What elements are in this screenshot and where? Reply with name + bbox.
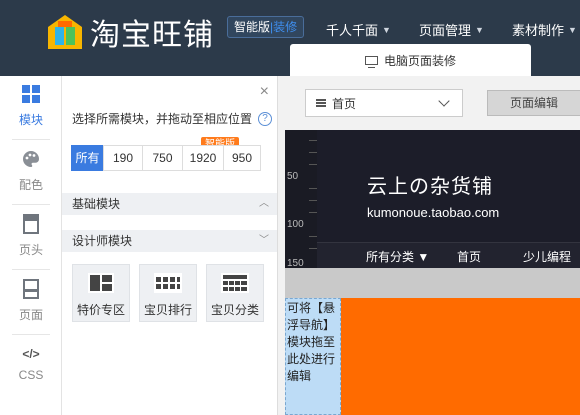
caret-down-icon: ▼ <box>475 24 484 35</box>
section-title: 设计师模块 <box>72 234 133 248</box>
help-icon[interactable]: ? <box>258 111 273 126</box>
page-edit-button[interactable]: 页面编辑 <box>487 90 580 116</box>
ranking-icon <box>140 269 196 297</box>
floating-nav-drop-zone[interactable]: 可将【悬浮导航】模块拖至此处进行编辑 <box>285 298 341 415</box>
sidebar-item-colors[interactable]: 配色 <box>0 141 62 205</box>
module-ranking[interactable]: 宝贝排行 <box>139 264 197 322</box>
sidebar-item-modules[interactable]: 模块 <box>0 76 62 140</box>
width-filter-190[interactable]: 190 <box>103 145 143 171</box>
section-divider <box>285 268 580 298</box>
module-special-offer[interactable]: 特价专区 <box>72 264 130 322</box>
divider <box>12 269 50 270</box>
menu-icon <box>316 99 326 107</box>
caret-down-icon: ▼ <box>568 24 577 35</box>
chevron-down-icon <box>438 95 450 107</box>
nav-page-management[interactable]: 页面管理 ▼ <box>419 20 484 39</box>
module-label: 宝贝分类 <box>210 303 259 317</box>
width-filter-750[interactable]: 750 <box>142 145 183 171</box>
sidebar-item-label: 配色 <box>18 178 43 192</box>
store-nav-bar: 所有分类 ▼ 首页 少儿编程 <box>317 242 580 268</box>
sidebar-item-page-header[interactable]: 页头 <box>0 206 62 270</box>
sidebar-item-label: 页头 <box>18 243 43 257</box>
ruler-tick <box>309 248 317 249</box>
category-icon <box>207 269 263 297</box>
nav-label: 素材制作 <box>512 23 565 38</box>
ruler-tick <box>309 200 317 201</box>
ruler-label: 50 <box>287 171 299 182</box>
taobao-wangpu-logo[interactable]: 淘宝旺铺 <box>46 10 214 54</box>
close-icon[interactable]: × <box>260 84 269 100</box>
width-filter-1920[interactable]: 1920 <box>182 145 224 171</box>
shop-logo-icon <box>46 13 84 51</box>
chevron-down-icon: ﹀ <box>259 235 269 246</box>
nav-label: 千人千面 <box>326 23 379 38</box>
module-category[interactable]: 宝贝分类 <box>206 264 264 322</box>
width-filter-950[interactable]: 950 <box>223 145 261 171</box>
ruler-tick <box>309 212 317 213</box>
banner-module[interactable] <box>341 298 580 415</box>
section-title: 基础模块 <box>72 197 121 211</box>
sidebar-item-page[interactable]: 页面 <box>0 271 62 335</box>
module-label: 特价专区 <box>76 303 125 317</box>
sidebar-item-css[interactable]: </> CSS <box>0 336 62 400</box>
ruler-tick <box>309 188 317 189</box>
page-select-value: 首页 <box>332 96 357 111</box>
special-offer-icon <box>73 269 129 297</box>
sidebar-item-label: CSS <box>18 368 44 382</box>
decorate-link: 装修 <box>273 20 298 34</box>
code-icon: </> <box>22 347 40 361</box>
page-icon <box>23 279 39 299</box>
editor-canvas: 首页 页面编辑 50 100 150 云上の杂货铺 kumonoue.taoba… <box>279 76 580 415</box>
version-badge-text: 智能版 <box>234 20 271 34</box>
section-designer-modules[interactable]: 设计师模块 ﹀ <box>62 230 277 252</box>
tab-label: 电脑页面装修 <box>383 53 456 68</box>
logo-text: 淘宝旺铺 <box>90 19 214 52</box>
nav-personalization[interactable]: 千人千面 ▼ <box>326 20 391 39</box>
hint-text: 选择所需模块，并拖动至相应位置 <box>72 112 253 126</box>
store-nav-home[interactable]: 首页 <box>457 248 481 265</box>
left-sidebar: 模块 配色 页头 页面 </> CSS <box>0 76 62 415</box>
sidebar-item-label: 页面 <box>18 308 43 322</box>
store-name: 云上の杂货铺 <box>367 176 493 198</box>
sidebar-item-label: 模块 <box>18 113 43 127</box>
width-filter-all[interactable]: 所有 <box>71 145 104 171</box>
store-url: kumonoue.taobao.com <box>367 205 500 220</box>
ruler-tick <box>309 164 317 165</box>
page-header-icon <box>23 214 39 234</box>
version-badge[interactable]: 智能版|装修 <box>227 16 305 38</box>
monitor-icon <box>364 55 378 68</box>
designer-module-list: 特价专区 宝贝排行 宝贝分类 <box>72 264 273 322</box>
tab-pc-page-decoration[interactable]: 电脑页面装修 <box>290 44 531 76</box>
top-bar: 淘宝旺铺 智能版|装修 千人千面 ▼ 页面管理 ▼ 素材制作 ▼ 电脑页面装修 <box>0 0 580 76</box>
ruler-tick <box>309 152 317 153</box>
ruler-tick <box>309 140 317 141</box>
page-select[interactable]: 首页 <box>305 89 463 117</box>
vertical-ruler: 50 100 150 <box>285 130 317 269</box>
nav-label: 页面管理 <box>419 23 472 38</box>
store-header-preview[interactable]: 50 100 150 云上の杂货铺 kumonoue.taobao.com 所有… <box>285 130 580 269</box>
divider <box>12 139 50 140</box>
ruler-tick <box>309 236 317 237</box>
ruler-label: 100 <box>287 219 304 230</box>
module-hint: 选择所需模块，并拖动至相应位置 ? <box>72 110 273 127</box>
store-nav-kids-coding[interactable]: 少儿编程 <box>523 248 571 265</box>
section-basic-modules[interactable]: 基础模块 ︿ <box>62 193 277 215</box>
caret-down-icon: ▼ <box>382 24 391 35</box>
nav-material-making[interactable]: 素材制作 ▼ <box>512 20 577 39</box>
grid-icon <box>22 85 40 103</box>
module-panel: × 选择所需模块，并拖动至相应位置 ? 智能版 所有 190 750 1920 … <box>62 76 278 415</box>
divider <box>12 334 50 335</box>
width-filter: 所有 190 750 1920 950 <box>71 145 261 171</box>
chevron-up-icon: ︿ <box>259 198 269 209</box>
module-label: 宝贝排行 <box>143 303 192 317</box>
divider <box>12 204 50 205</box>
store-nav-all-categories[interactable]: 所有分类 ▼ <box>366 248 429 265</box>
palette-icon <box>23 151 40 167</box>
